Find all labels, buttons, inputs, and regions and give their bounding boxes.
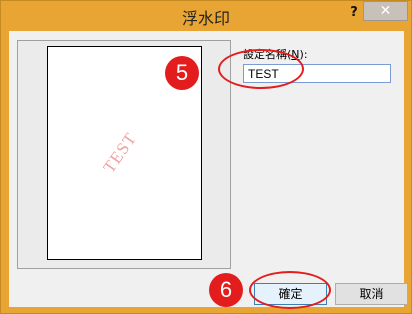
name-field-label-suffix: ): [299, 48, 308, 61]
close-button[interactable]: ✕ [363, 1, 408, 21]
title-bar: 浮水印 ? ✕ [1, 1, 411, 31]
highlight-ellipse-ok [249, 271, 331, 309]
highlight-ellipse-input [218, 49, 304, 89]
step-5-badge: 5 [165, 56, 199, 90]
step-6-badge: 6 [209, 273, 243, 307]
cancel-button[interactable]: 取消 [335, 283, 408, 305]
watermark-dialog: 浮水印 ? ✕ TEST 設定名稱(N): 確定 取消 5 6 [0, 0, 412, 314]
dialog-body: TEST 設定名稱(N): 確定 取消 [9, 31, 408, 307]
watermark-preview-text: TEST [99, 128, 141, 177]
